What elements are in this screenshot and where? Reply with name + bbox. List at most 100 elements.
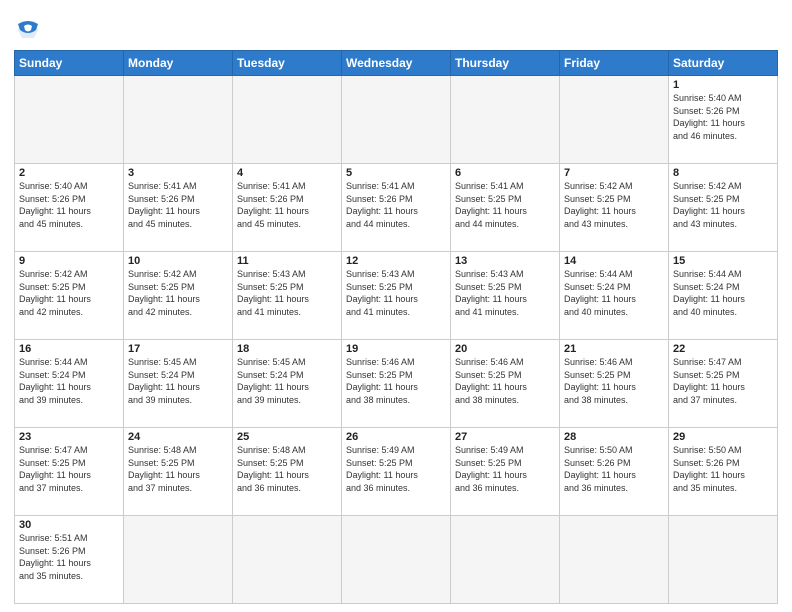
logo <box>14 14 46 44</box>
day-number: 9 <box>19 255 119 267</box>
calendar-cell <box>669 516 778 604</box>
day-info: Sunrise: 5:42 AM Sunset: 5:25 PM Dayligh… <box>564 180 664 230</box>
calendar-cell: 3Sunrise: 5:41 AM Sunset: 5:26 PM Daylig… <box>124 164 233 252</box>
day-number: 18 <box>237 343 337 355</box>
day-number: 22 <box>673 343 773 355</box>
day-info: Sunrise: 5:48 AM Sunset: 5:25 PM Dayligh… <box>128 444 228 494</box>
day-info: Sunrise: 5:43 AM Sunset: 5:25 PM Dayligh… <box>455 268 555 318</box>
calendar-cell: 2Sunrise: 5:40 AM Sunset: 5:26 PM Daylig… <box>15 164 124 252</box>
calendar-cell: 8Sunrise: 5:42 AM Sunset: 5:25 PM Daylig… <box>669 164 778 252</box>
calendar-cell: 6Sunrise: 5:41 AM Sunset: 5:25 PM Daylig… <box>451 164 560 252</box>
day-number: 29 <box>673 431 773 443</box>
day-number: 25 <box>237 431 337 443</box>
day-header-sunday: Sunday <box>15 51 124 76</box>
calendar-cell: 10Sunrise: 5:42 AM Sunset: 5:25 PM Dayli… <box>124 252 233 340</box>
day-info: Sunrise: 5:44 AM Sunset: 5:24 PM Dayligh… <box>19 356 119 406</box>
day-number: 15 <box>673 255 773 267</box>
day-info: Sunrise: 5:50 AM Sunset: 5:26 PM Dayligh… <box>564 444 664 494</box>
day-number: 27 <box>455 431 555 443</box>
day-info: Sunrise: 5:46 AM Sunset: 5:25 PM Dayligh… <box>346 356 446 406</box>
calendar-table: SundayMondayTuesdayWednesdayThursdayFrid… <box>14 50 778 604</box>
day-header-saturday: Saturday <box>669 51 778 76</box>
day-info: Sunrise: 5:41 AM Sunset: 5:26 PM Dayligh… <box>128 180 228 230</box>
day-info: Sunrise: 5:44 AM Sunset: 5:24 PM Dayligh… <box>673 268 773 318</box>
day-info: Sunrise: 5:49 AM Sunset: 5:25 PM Dayligh… <box>346 444 446 494</box>
day-number: 7 <box>564 167 664 179</box>
day-info: Sunrise: 5:40 AM Sunset: 5:26 PM Dayligh… <box>673 92 773 142</box>
calendar-cell <box>560 76 669 164</box>
calendar-cell <box>124 516 233 604</box>
day-number: 5 <box>346 167 446 179</box>
day-number: 11 <box>237 255 337 267</box>
day-header-thursday: Thursday <box>451 51 560 76</box>
calendar-week-5: 30Sunrise: 5:51 AM Sunset: 5:26 PM Dayli… <box>15 516 778 604</box>
day-number: 30 <box>19 519 119 531</box>
day-number: 24 <box>128 431 228 443</box>
day-info: Sunrise: 5:46 AM Sunset: 5:25 PM Dayligh… <box>564 356 664 406</box>
day-number: 21 <box>564 343 664 355</box>
day-info: Sunrise: 5:46 AM Sunset: 5:25 PM Dayligh… <box>455 356 555 406</box>
day-header-friday: Friday <box>560 51 669 76</box>
day-number: 10 <box>128 255 228 267</box>
calendar-cell <box>342 516 451 604</box>
day-info: Sunrise: 5:45 AM Sunset: 5:24 PM Dayligh… <box>237 356 337 406</box>
day-number: 1 <box>673 79 773 91</box>
calendar-cell: 16Sunrise: 5:44 AM Sunset: 5:24 PM Dayli… <box>15 340 124 428</box>
calendar-cell: 24Sunrise: 5:48 AM Sunset: 5:25 PM Dayli… <box>124 428 233 516</box>
day-info: Sunrise: 5:44 AM Sunset: 5:24 PM Dayligh… <box>564 268 664 318</box>
calendar-cell <box>233 76 342 164</box>
day-info: Sunrise: 5:45 AM Sunset: 5:24 PM Dayligh… <box>128 356 228 406</box>
day-number: 8 <box>673 167 773 179</box>
calendar-cell: 15Sunrise: 5:44 AM Sunset: 5:24 PM Dayli… <box>669 252 778 340</box>
day-info: Sunrise: 5:42 AM Sunset: 5:25 PM Dayligh… <box>673 180 773 230</box>
calendar-cell <box>342 76 451 164</box>
day-info: Sunrise: 5:48 AM Sunset: 5:25 PM Dayligh… <box>237 444 337 494</box>
calendar-cell: 1Sunrise: 5:40 AM Sunset: 5:26 PM Daylig… <box>669 76 778 164</box>
header <box>14 10 778 44</box>
calendar-cell: 14Sunrise: 5:44 AM Sunset: 5:24 PM Dayli… <box>560 252 669 340</box>
day-info: Sunrise: 5:51 AM Sunset: 5:26 PM Dayligh… <box>19 532 119 582</box>
calendar-week-2: 9Sunrise: 5:42 AM Sunset: 5:25 PM Daylig… <box>15 252 778 340</box>
calendar-cell: 25Sunrise: 5:48 AM Sunset: 5:25 PM Dayli… <box>233 428 342 516</box>
day-info: Sunrise: 5:40 AM Sunset: 5:26 PM Dayligh… <box>19 180 119 230</box>
calendar-cell: 27Sunrise: 5:49 AM Sunset: 5:25 PM Dayli… <box>451 428 560 516</box>
day-number: 4 <box>237 167 337 179</box>
calendar-cell: 13Sunrise: 5:43 AM Sunset: 5:25 PM Dayli… <box>451 252 560 340</box>
calendar-cell: 12Sunrise: 5:43 AM Sunset: 5:25 PM Dayli… <box>342 252 451 340</box>
calendar-cell: 29Sunrise: 5:50 AM Sunset: 5:26 PM Dayli… <box>669 428 778 516</box>
day-info: Sunrise: 5:42 AM Sunset: 5:25 PM Dayligh… <box>19 268 119 318</box>
day-number: 6 <box>455 167 555 179</box>
calendar-header-row: SundayMondayTuesdayWednesdayThursdayFrid… <box>15 51 778 76</box>
calendar-cell: 30Sunrise: 5:51 AM Sunset: 5:26 PM Dayli… <box>15 516 124 604</box>
day-header-monday: Monday <box>124 51 233 76</box>
calendar-cell <box>233 516 342 604</box>
calendar-week-0: 1Sunrise: 5:40 AM Sunset: 5:26 PM Daylig… <box>15 76 778 164</box>
day-number: 14 <box>564 255 664 267</box>
calendar-week-4: 23Sunrise: 5:47 AM Sunset: 5:25 PM Dayli… <box>15 428 778 516</box>
calendar-cell: 19Sunrise: 5:46 AM Sunset: 5:25 PM Dayli… <box>342 340 451 428</box>
calendar-cell: 4Sunrise: 5:41 AM Sunset: 5:26 PM Daylig… <box>233 164 342 252</box>
day-info: Sunrise: 5:49 AM Sunset: 5:25 PM Dayligh… <box>455 444 555 494</box>
calendar-cell: 11Sunrise: 5:43 AM Sunset: 5:25 PM Dayli… <box>233 252 342 340</box>
calendar-cell: 18Sunrise: 5:45 AM Sunset: 5:24 PM Dayli… <box>233 340 342 428</box>
calendar-cell: 23Sunrise: 5:47 AM Sunset: 5:25 PM Dayli… <box>15 428 124 516</box>
day-info: Sunrise: 5:42 AM Sunset: 5:25 PM Dayligh… <box>128 268 228 318</box>
calendar-cell: 21Sunrise: 5:46 AM Sunset: 5:25 PM Dayli… <box>560 340 669 428</box>
day-info: Sunrise: 5:41 AM Sunset: 5:26 PM Dayligh… <box>346 180 446 230</box>
calendar-cell <box>124 76 233 164</box>
day-number: 12 <box>346 255 446 267</box>
calendar-cell: 22Sunrise: 5:47 AM Sunset: 5:25 PM Dayli… <box>669 340 778 428</box>
calendar-cell <box>560 516 669 604</box>
calendar-week-1: 2Sunrise: 5:40 AM Sunset: 5:26 PM Daylig… <box>15 164 778 252</box>
day-number: 20 <box>455 343 555 355</box>
calendar-cell: 28Sunrise: 5:50 AM Sunset: 5:26 PM Dayli… <box>560 428 669 516</box>
day-info: Sunrise: 5:43 AM Sunset: 5:25 PM Dayligh… <box>346 268 446 318</box>
calendar-cell: 26Sunrise: 5:49 AM Sunset: 5:25 PM Dayli… <box>342 428 451 516</box>
generalblue-logo-icon <box>14 16 42 44</box>
day-info: Sunrise: 5:41 AM Sunset: 5:25 PM Dayligh… <box>455 180 555 230</box>
calendar-cell: 7Sunrise: 5:42 AM Sunset: 5:25 PM Daylig… <box>560 164 669 252</box>
calendar-cell: 17Sunrise: 5:45 AM Sunset: 5:24 PM Dayli… <box>124 340 233 428</box>
calendar-cell <box>15 76 124 164</box>
day-number: 13 <box>455 255 555 267</box>
calendar-cell: 9Sunrise: 5:42 AM Sunset: 5:25 PM Daylig… <box>15 252 124 340</box>
